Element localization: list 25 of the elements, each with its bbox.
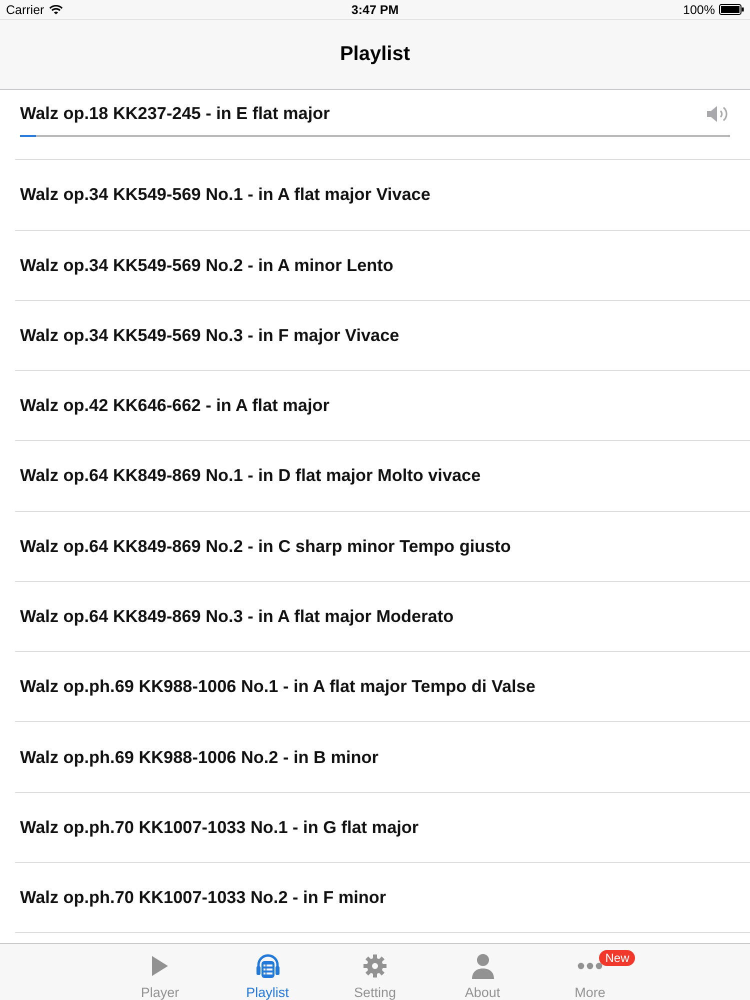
track-title[interactable]: Walz op.ph.70 KK1007-1033 No.2 - in F minor xyxy=(20,887,386,908)
battery-percent: 100% xyxy=(683,2,715,16)
track-title[interactable]: Walz op.18 KK237-245 - in E flat major xyxy=(20,103,330,124)
track-title[interactable]: Walz op.64 KK849-869 No.1 - in D flat major Molto vivace xyxy=(20,465,481,486)
person-icon xyxy=(470,953,494,979)
track-title[interactable]: Walz op.42 KK646-662 - in A flat major xyxy=(20,395,330,416)
track-title[interactable]: Walz op.ph.69 KK988-1006 No.1 - in A flat major Tempo di Valse xyxy=(20,676,536,698)
new-badge: New xyxy=(599,950,636,966)
track-title[interactable]: Walz op.34 KK549-569 No.2 - in A minor Lento xyxy=(20,254,394,276)
clock-time: 3:47 PM xyxy=(351,2,399,16)
carrier-label: Carrier xyxy=(6,2,44,16)
track-title[interactable]: Walz op.64 KK849-869 No.3 - in A flat major Moderato xyxy=(20,606,454,627)
gear-icon xyxy=(363,954,387,978)
nav-title: Playlist xyxy=(340,43,410,66)
track-title[interactable]: Walz op.ph.70 KK1007-1033 No.1 - in G flat major xyxy=(20,816,419,838)
wifi-icon xyxy=(49,4,64,15)
playlist-icon xyxy=(254,953,280,979)
track-title[interactable]: Walz op.34 KK549-569 No.3 - in F major Vivace xyxy=(20,324,400,346)
battery-icon xyxy=(719,4,744,15)
track-title[interactable]: Walz op.ph.69 KK988-1006 No.2 - in B minor xyxy=(20,746,378,768)
more-dots-icon xyxy=(577,962,603,970)
track-title[interactable]: Walz op.64 KK849-869 No.2 - in C sharp minor Tempo giusto xyxy=(20,536,511,557)
tab-item[interactable]: Playlist xyxy=(214,944,322,1000)
track-title[interactable]: Walz op.34 KK549-569 No.1 - in A flat major Vivace xyxy=(20,184,430,206)
play-icon xyxy=(151,955,169,977)
